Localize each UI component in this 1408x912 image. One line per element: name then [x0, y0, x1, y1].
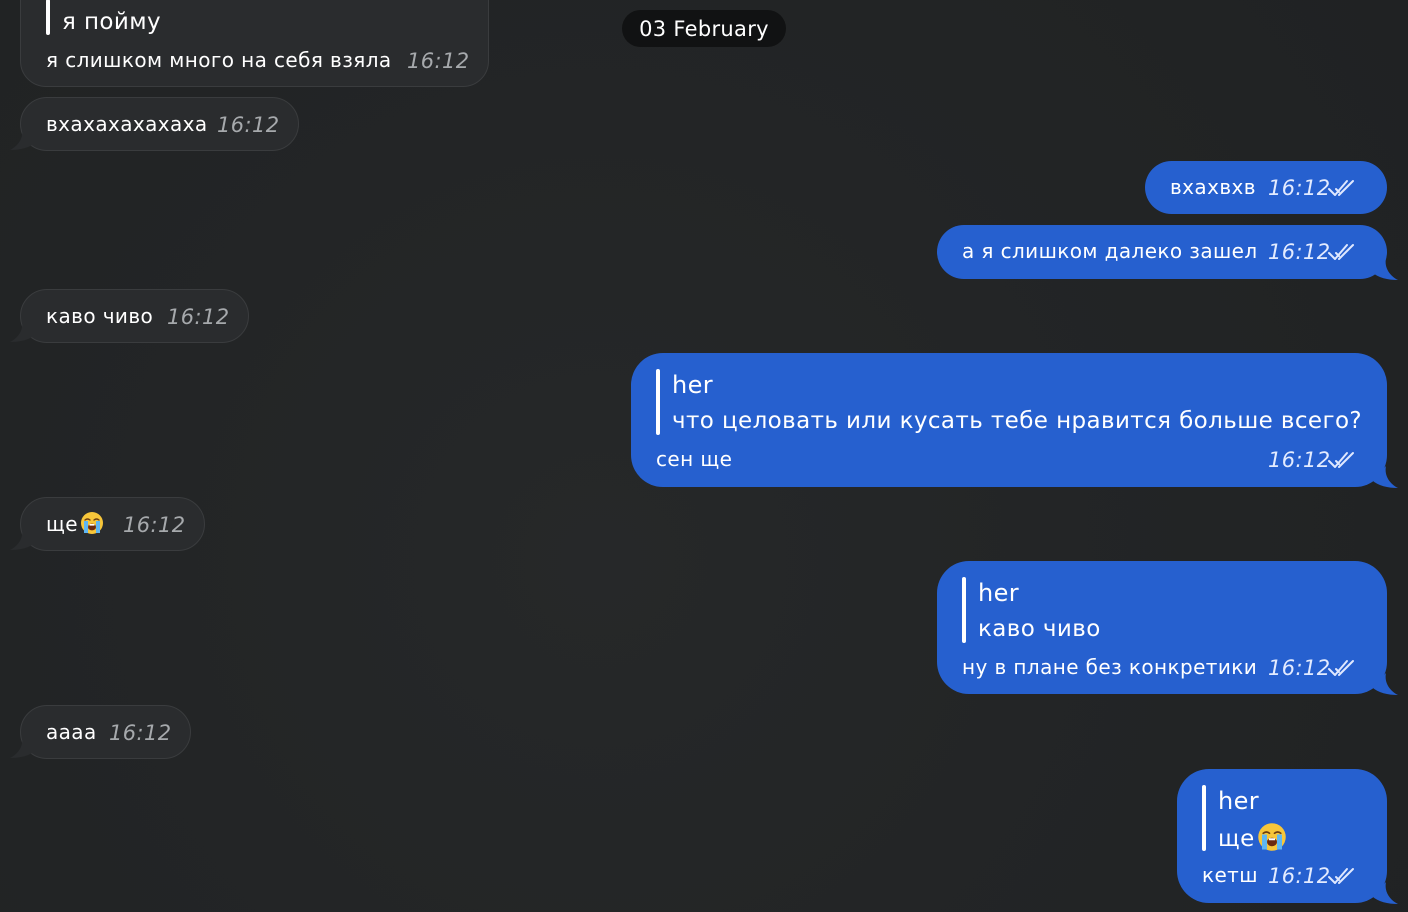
quote-text: что целовать или кусать тебе нравится бо… — [672, 408, 1363, 434]
message-time: 16:12 — [167, 305, 230, 329]
message-text: вхахахахахаха — [46, 112, 208, 136]
message-outgoing-reply[interactable]: her ще кетш 16:12 — [1177, 769, 1387, 903]
quote-bar — [962, 577, 966, 643]
bubble-tail — [10, 128, 36, 150]
message-text: каво чиво — [46, 304, 154, 328]
message-text: кетш — [1202, 863, 1258, 887]
message-text: аааа — [46, 720, 97, 744]
bubble-tail — [10, 320, 36, 342]
bubble-tail — [10, 736, 36, 758]
quote-author: her — [1218, 787, 1260, 815]
bubble-tail — [1372, 258, 1398, 280]
message-text-content: ще — [46, 512, 78, 536]
quote-bar — [1202, 785, 1206, 851]
message-time: 16:12 — [1268, 656, 1331, 680]
quote-author: her — [978, 579, 1020, 607]
message-incoming[interactable]: я пойму я слишком много на себя взяла 16… — [20, 0, 489, 87]
message-incoming[interactable]: вхахахахахаха 16:12 — [20, 97, 299, 151]
quote-text: я пойму — [62, 9, 161, 35]
message-incoming[interactable]: каво чиво 16:12 — [20, 289, 249, 343]
message-incoming[interactable]: ще 16:12 — [20, 497, 205, 551]
quote-bar — [46, 0, 50, 35]
bubble-tail — [1372, 882, 1398, 904]
message-text: вхахвхв — [1170, 175, 1256, 199]
message-time: 16:12 — [407, 49, 470, 73]
quote-text-content: ще — [1218, 826, 1255, 852]
message-time: 16:12 — [109, 721, 172, 745]
message-incoming[interactable]: аааа 16:12 — [20, 705, 191, 759]
read-receipt-icon — [1327, 657, 1359, 679]
message-text: а я слишком далеко зашел — [962, 239, 1258, 263]
quote-bar — [656, 369, 660, 435]
crying-face-icon — [1257, 822, 1287, 852]
message-text: ну в плане без конкретики — [962, 655, 1258, 679]
chat-view: 03 February я пойму я слишком много на с… — [0, 0, 1408, 912]
date-separator: 03 February — [622, 10, 786, 47]
message-time: 16:12 — [1268, 240, 1331, 264]
bubble-tail — [1372, 466, 1398, 488]
quote-author: her — [672, 371, 714, 399]
read-receipt-icon — [1327, 241, 1359, 263]
quote-text: каво чиво — [978, 616, 1101, 642]
message-time: 16:12 — [1268, 176, 1331, 200]
message-time: 16:12 — [217, 113, 280, 137]
crying-face-icon — [80, 511, 104, 535]
bubble-tail — [10, 528, 36, 550]
message-outgoing-reply[interactable]: her каво чиво ну в плане без конкретики … — [937, 561, 1387, 694]
message-text: я слишком много на себя взяла — [46, 48, 392, 72]
message-text: сен ще — [656, 447, 733, 471]
message-outgoing[interactable]: а я слишком далеко зашел 16:12 — [937, 225, 1387, 279]
bubble-tail — [1372, 673, 1398, 695]
message-time: 16:12 — [1268, 448, 1331, 472]
message-outgoing-reply[interactable]: her что целовать или кусать тебе нравитс… — [631, 353, 1387, 487]
message-text: ще — [46, 511, 104, 537]
quote-text: ще — [1218, 822, 1287, 854]
read-receipt-icon — [1327, 449, 1359, 471]
read-receipt-icon — [1327, 865, 1359, 887]
read-receipt-icon — [1327, 177, 1359, 199]
message-outgoing[interactable]: вхахвхв 16:12 — [1145, 161, 1387, 214]
message-time: 16:12 — [1268, 864, 1331, 888]
message-time: 16:12 — [123, 513, 186, 537]
